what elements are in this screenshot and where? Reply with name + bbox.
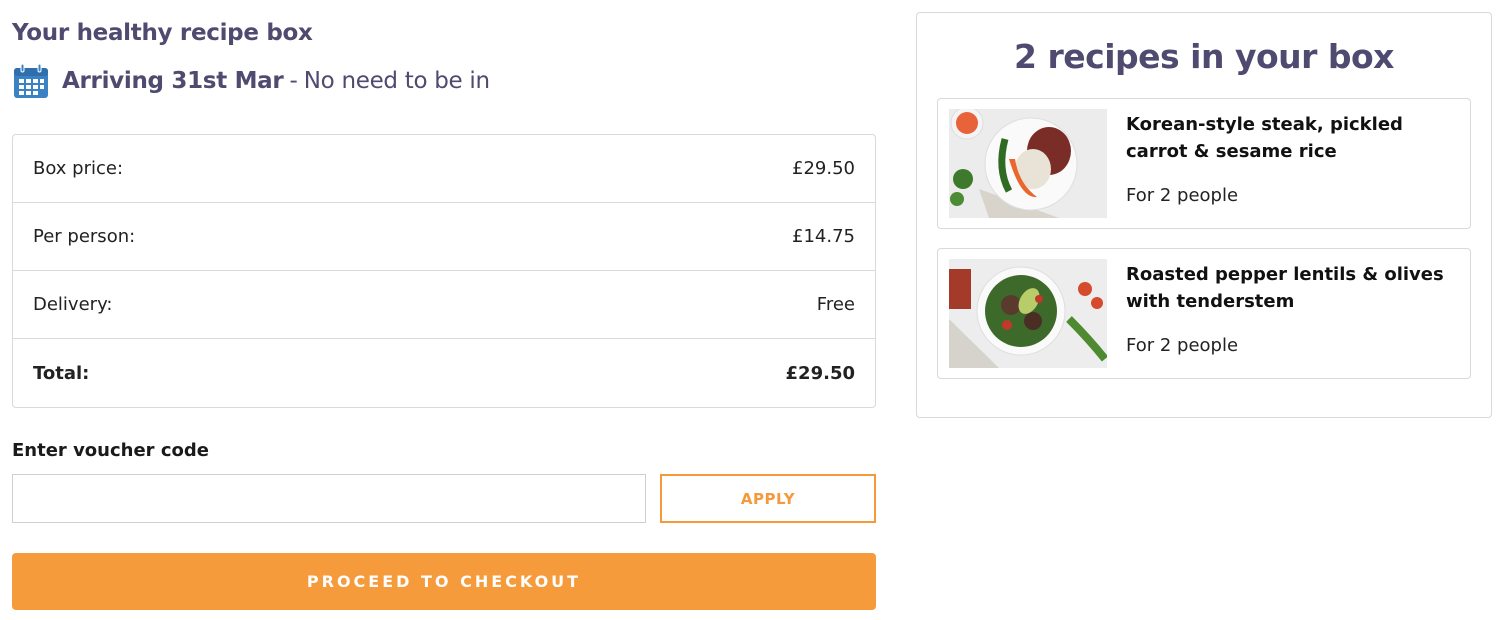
recipe-name: Korean-style steak, pickled carrot & ses…: [1126, 114, 1403, 162]
recipe-name: Roasted pepper lentils & olives with ten…: [1126, 264, 1444, 312]
recipe-box-panel: 2 recipes in your box Korean-style steak…: [916, 12, 1492, 418]
delivery-info: Arriving 31st Mar - No need to be in: [12, 62, 490, 100]
recipe-servings: For 2 people: [1126, 185, 1239, 206]
price-value: £29.50: [785, 362, 855, 384]
arrival-separator: -: [289, 68, 298, 94]
voucher-code-input[interactable]: [12, 474, 646, 523]
recipe-servings: For 2 people: [1126, 335, 1239, 356]
price-value: £14.75: [792, 226, 855, 247]
recipe-card[interactable]: Roasted pepper lentils & olives with ten…: [937, 248, 1471, 379]
recipe-card[interactable]: Korean-style steak, pickled carrot & ses…: [937, 98, 1471, 229]
price-row-total: Total: £29.50: [13, 339, 875, 407]
price-row-delivery: Delivery: Free: [13, 271, 875, 339]
box-title: 2 recipes in your box: [1014, 37, 1394, 76]
recipe-image: [949, 109, 1107, 218]
calendar-icon: [14, 63, 48, 98]
price-row-per-person: Per person: £14.75: [13, 203, 875, 271]
recipe-image: [949, 259, 1107, 368]
page-title: Your healthy recipe box: [12, 20, 313, 46]
price-value: £29.50: [792, 158, 855, 179]
apply-voucher-button[interactable]: APPLY: [660, 474, 876, 523]
price-label: Per person:: [33, 226, 136, 247]
price-value: Free: [816, 294, 855, 315]
price-table: Box price: £29.50 Per person: £14.75 Del…: [12, 134, 876, 408]
proceed-to-checkout-button[interactable]: PROCEED TO CHECKOUT: [12, 553, 876, 610]
price-row-box: Box price: £29.50: [13, 135, 875, 203]
arrival-note: No need to be in: [303, 68, 490, 94]
price-label: Box price:: [33, 158, 124, 179]
price-label: Delivery:: [33, 294, 113, 315]
price-label: Total:: [33, 362, 90, 384]
arrival-date: Arriving 31st Mar: [62, 68, 284, 94]
voucher-label: Enter voucher code: [12, 440, 209, 461]
